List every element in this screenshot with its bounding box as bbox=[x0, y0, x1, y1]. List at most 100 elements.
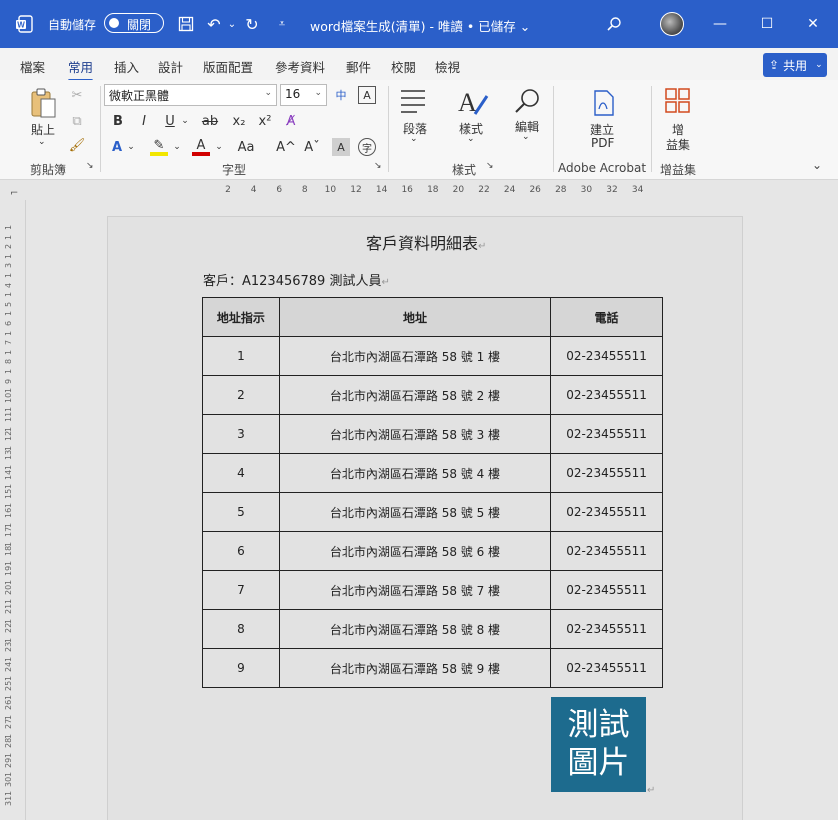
header-phone[interactable]: 電話 bbox=[550, 297, 663, 337]
cell-index[interactable]: 6 bbox=[202, 531, 280, 571]
maximize-icon[interactable]: ☐ bbox=[755, 12, 779, 36]
cell-address[interactable]: 台北市內湖區石潭路 58 號 5 樓 bbox=[278, 492, 552, 532]
tab-references[interactable]: 參考資料 bbox=[275, 57, 325, 76]
chevron-down-icon[interactable]: ⌄ bbox=[467, 134, 475, 144]
collapse-ribbon-icon[interactable]: ⌄ bbox=[812, 158, 822, 172]
chevron-down-icon[interactable]: ⌄ bbox=[410, 134, 418, 144]
dialog-launcher-icon[interactable]: ↘ bbox=[486, 161, 494, 171]
superscript-button[interactable]: x² bbox=[256, 112, 274, 130]
find-icon[interactable] bbox=[512, 86, 542, 116]
horizontal-ruler[interactable]: 2 4 6 8 10 12 14 16 18 20 22 24 26 28 30 32 34 bbox=[198, 182, 658, 200]
dialog-launcher-icon[interactable]: ↘ bbox=[86, 161, 94, 171]
cell-phone[interactable]: 02-23455511 bbox=[550, 375, 663, 415]
autosave-toggle[interactable]: 關閉 bbox=[104, 13, 164, 33]
font-size-select[interactable]: 16 ⌄ bbox=[280, 84, 327, 106]
cell-phone[interactable]: 02-23455511 bbox=[550, 414, 663, 454]
dialog-launcher-icon[interactable]: ↘ bbox=[374, 161, 382, 171]
cell-phone[interactable]: 02-23455511 bbox=[550, 492, 663, 532]
cell-index[interactable]: 1 bbox=[202, 336, 280, 376]
cell-address[interactable]: 台北市內湖區石潭路 58 號 4 樓 bbox=[278, 453, 552, 493]
bold-button[interactable]: B bbox=[110, 112, 126, 130]
tab-review[interactable]: 校閱 bbox=[391, 57, 416, 76]
format-painter-icon[interactable]: 🖌 bbox=[68, 136, 86, 154]
paste-icon[interactable] bbox=[28, 86, 58, 120]
search-icon[interactable] bbox=[604, 14, 624, 34]
cell-phone[interactable]: 02-23455511 bbox=[550, 453, 663, 493]
create-pdf-label-2[interactable]: PDF bbox=[591, 136, 614, 150]
cell-index[interactable]: 8 bbox=[202, 609, 280, 649]
header-index[interactable]: 地址指示 bbox=[202, 297, 280, 337]
tab-design[interactable]: 設計 bbox=[158, 57, 183, 76]
cell-address[interactable]: 台北市內湖區石潭路 58 號 1 樓 bbox=[278, 336, 552, 376]
cell-index[interactable]: 2 bbox=[202, 375, 280, 415]
share-button[interactable]: ⇪ 共用 ⌄ bbox=[763, 53, 827, 77]
chevron-down-icon[interactable]: ⌄ bbox=[222, 14, 242, 34]
avatar[interactable] bbox=[660, 12, 684, 36]
document-heading[interactable]: 客戶資料明細表↵ bbox=[366, 230, 486, 254]
cell-address[interactable]: 台北市內湖區石潭路 58 號 7 樓 bbox=[278, 570, 552, 610]
clear-formatting-icon[interactable]: A̸ bbox=[282, 112, 300, 130]
chevron-down-icon[interactable]: ⌄ bbox=[180, 112, 190, 130]
minimize-icon[interactable]: — bbox=[708, 12, 732, 36]
tab-home[interactable]: 常用 bbox=[68, 57, 94, 82]
cell-address[interactable]: 台北市內湖區石潭路 58 號 9 樓 bbox=[278, 648, 552, 688]
cell-index[interactable]: 4 bbox=[202, 453, 280, 493]
chevron-down-icon[interactable]: ⌄ bbox=[126, 138, 136, 156]
font-increase-button[interactable]: A^ bbox=[276, 138, 296, 156]
chevron-down-icon[interactable]: ⌄ bbox=[38, 137, 46, 147]
change-case-button[interactable]: Aa bbox=[232, 138, 260, 156]
add-ins-icon[interactable] bbox=[663, 86, 693, 116]
character-border-icon[interactable]: A bbox=[358, 86, 376, 104]
copy-icon[interactable]: ⧉ bbox=[68, 112, 86, 130]
chevron-down-icon[interactable]: ⌄ bbox=[522, 132, 530, 142]
document-title[interactable]: word檔案生成(清單) - 唯讀 • 已儲存 ⌄ bbox=[310, 16, 530, 35]
cell-address[interactable]: 台北市內湖區石潭路 58 號 2 樓 bbox=[278, 375, 552, 415]
subscript-button[interactable]: x₂ bbox=[230, 112, 248, 130]
cell-index[interactable]: 5 bbox=[202, 492, 280, 532]
paragraph-icon[interactable] bbox=[398, 86, 428, 116]
cell-phone[interactable]: 02-23455511 bbox=[550, 648, 663, 688]
cell-address[interactable]: 台北市內湖區石潭路 58 號 3 樓 bbox=[278, 414, 552, 454]
phonetic-guide-icon[interactable]: 中 bbox=[332, 86, 350, 104]
font-decrease-button[interactable]: Aˇ bbox=[302, 138, 322, 156]
cut-icon[interactable]: ✂ bbox=[68, 86, 86, 104]
address-table[interactable]: 地址指示 地址 電話 1 台北市內湖區石潭路 58 號 1 樓 02-2345551… bbox=[202, 297, 663, 688]
chevron-down-icon[interactable]: ⌄ bbox=[172, 138, 182, 156]
text-effects-icon[interactable]: A bbox=[108, 138, 126, 156]
cell-index[interactable]: 3 bbox=[202, 414, 280, 454]
redo-icon[interactable]: ↻ bbox=[242, 14, 262, 34]
font-name-select[interactable]: 微軟正黑體 ⌄ bbox=[104, 84, 277, 106]
strikethrough-button[interactable]: ab bbox=[200, 112, 220, 130]
tab-layout[interactable]: 版面配置 bbox=[203, 57, 253, 76]
tab-selector-icon[interactable]: ⌐ bbox=[10, 188, 18, 199]
close-icon[interactable]: ✕ bbox=[801, 12, 825, 36]
tab-insert[interactable]: 插入 bbox=[114, 57, 139, 76]
client-line[interactable]: 客戶：A123456789 測試人員↵ bbox=[203, 270, 390, 289]
character-shading-icon[interactable]: A bbox=[332, 138, 350, 156]
add-ins-label-2[interactable]: 益集 bbox=[666, 136, 690, 153]
enclose-characters-icon[interactable]: 字 bbox=[358, 138, 376, 156]
cell-phone[interactable]: 02-23455511 bbox=[550, 609, 663, 649]
chevron-down-icon[interactable]: ⌄ bbox=[214, 138, 224, 156]
tab-file[interactable]: 檔案 bbox=[20, 57, 45, 76]
underline-button[interactable]: U bbox=[162, 112, 178, 130]
test-image[interactable]: 測試 圖片 bbox=[551, 697, 646, 792]
tab-mailings[interactable]: 郵件 bbox=[346, 57, 371, 76]
styles-icon[interactable]: A bbox=[456, 86, 490, 118]
cell-index[interactable]: 7 bbox=[202, 570, 280, 610]
header-address[interactable]: 地址 bbox=[278, 297, 552, 337]
cell-address[interactable]: 台北市內湖區石潭路 58 號 8 樓 bbox=[278, 609, 552, 649]
cell-phone[interactable]: 02-23455511 bbox=[550, 531, 663, 571]
cell-address[interactable]: 台北市內湖區石潭路 58 號 6 樓 bbox=[278, 531, 552, 571]
save-icon[interactable] bbox=[176, 14, 196, 34]
paste-label[interactable]: 貼上 bbox=[31, 121, 55, 138]
undo-icon[interactable]: ↶ bbox=[204, 14, 224, 34]
tab-view[interactable]: 檢視 bbox=[435, 57, 460, 76]
font-color-icon[interactable]: A bbox=[192, 138, 210, 156]
customize-icon[interactable]: ⩡ bbox=[272, 14, 292, 34]
cell-phone[interactable]: 02-23455511 bbox=[550, 570, 663, 610]
italic-button[interactable]: I bbox=[136, 112, 152, 130]
create-pdf-icon[interactable] bbox=[588, 88, 618, 118]
cell-phone[interactable]: 02-23455511 bbox=[550, 336, 663, 376]
vertical-ruler[interactable]: 1 1 2 1 3 1 4 1 5 1 6 1 7 1 8 1 9 1 10 1 11 1 12 1 13 1 14 1 15 1 16 1 1… bbox=[0, 200, 26, 820]
